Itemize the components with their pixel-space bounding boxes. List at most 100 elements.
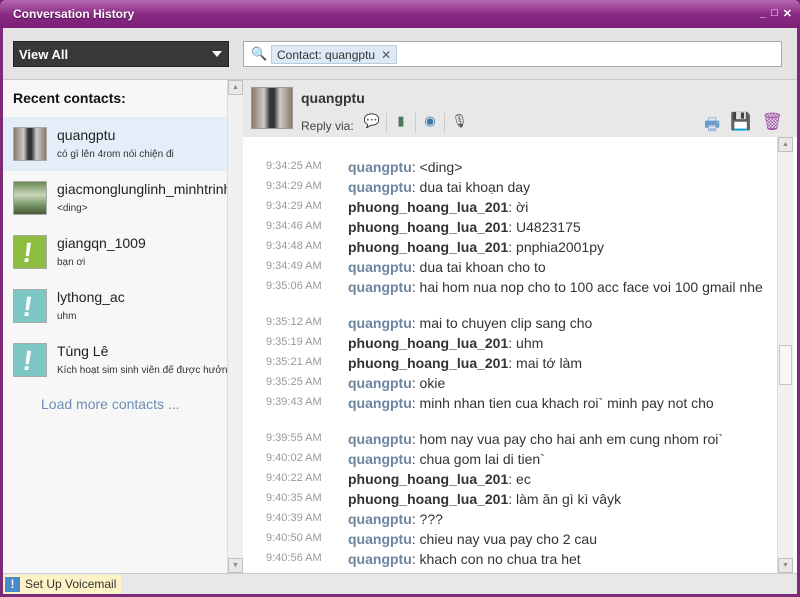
voicemail-label: Set Up Voicemail (25, 577, 117, 591)
message-text: ời (516, 199, 529, 215)
message-text: chieu nay vua pay cho 2 cau (419, 531, 598, 547)
message-text: <ding> (419, 159, 463, 175)
message-text: dua tai khoạn day (419, 179, 531, 195)
message-text: uhm (516, 335, 544, 351)
contact-name: Tùng Lê (57, 343, 109, 359)
message-text: mai tớ làm (516, 355, 582, 371)
load-more-contacts-link[interactable]: Load more contacts ... (41, 396, 180, 412)
message-time: 9:35:12 AM (266, 316, 322, 328)
contact-filter-chip: Contact: quangptu ✕ (271, 45, 398, 64)
message-sender: phuong_hoang_lua_201 (348, 471, 509, 487)
contact-last-message: bạn ơi (57, 257, 86, 268)
webcam-icon[interactable]: ◉ (416, 113, 445, 133)
chip-label: Contact: quangptu (277, 48, 376, 62)
message-sender: quangptu (348, 511, 412, 527)
message-time: 9:34:29 AM (266, 200, 322, 212)
contact-item[interactable]: ! Tùng Lê Kích hoạt sim sinh viên để đượ… (3, 333, 227, 387)
message-time: 9:39:43 AM (266, 396, 322, 408)
message-text: mai to chuyen clip sang cho (419, 315, 593, 331)
scroll-up-button[interactable]: ▲ (228, 80, 243, 95)
chevron-down-icon (212, 51, 222, 57)
close-icon[interactable]: ✕ (381, 48, 391, 62)
contact-last-message: Kích hoạt sim sinh viên để được hưởng (57, 365, 227, 376)
view-filter-value: View All (19, 47, 69, 62)
message-sender: quangptu (348, 431, 412, 447)
message-text: chua gom lai di tien` (419, 451, 545, 467)
contacts-scrollbar[interactable]: ▲ ▼ (227, 80, 243, 573)
message-time: 9:34:25 AM (266, 160, 322, 172)
scroll-down-button[interactable]: ▼ (228, 558, 243, 573)
message-time: 9:40:22 AM (266, 472, 322, 484)
message-text: hom nay vua pay cho hai anh em cung nhom… (419, 431, 724, 447)
mobile-sms-icon[interactable]: ▮ (387, 113, 416, 133)
close-button[interactable]: ✕ (783, 7, 792, 20)
view-filter-dropdown[interactable]: View All (13, 41, 229, 67)
message-sender: quangptu (348, 375, 412, 391)
message-sender: quangptu (348, 315, 412, 331)
message-sender: quangptu (348, 395, 412, 411)
message-text: hai hom nua nop cho to 100 acc face voi … (419, 279, 763, 295)
search-icon: 🔍 (251, 46, 268, 61)
message-text: okie (419, 375, 446, 391)
message-sender: phuong_hoang_lua_201 (348, 335, 509, 351)
message-sender: quangptu (348, 551, 412, 567)
scroll-down-button[interactable]: ▼ (778, 558, 793, 573)
message-sender: quangptu (348, 179, 412, 195)
minimize-button[interactable]: _ (760, 7, 766, 20)
message-sender: quangptu (348, 259, 412, 275)
reply-via-label: Reply via: (301, 119, 354, 133)
status-bar: ! Set Up Voicemail (3, 573, 797, 594)
message-text: khach con no chua tra het (419, 551, 581, 567)
message-sender: phuong_hoang_lua_201 (348, 219, 509, 235)
recent-contacts-heading: Recent contacts: (13, 90, 126, 106)
message-time: 9:34:46 AM (266, 220, 322, 232)
contact-item[interactable]: ! lythong_ac uhm (3, 279, 227, 333)
message-sender: quangptu (348, 159, 412, 175)
message-time: 9:34:29 AM (266, 180, 322, 192)
contact-item[interactable]: ! giangqn_1009 bạn ơi (3, 225, 227, 279)
message-list: ▲ ▼ 9:34:25 AM quangptu: <ding> 9:34:29 AM… (243, 137, 797, 587)
instant-message-icon[interactable]: 💬 (358, 113, 387, 133)
window-title: Conversation History (13, 7, 135, 21)
contact-name: giangqn_1009 (57, 235, 146, 251)
default-avatar-icon: ! (13, 343, 47, 377)
avatar (13, 181, 47, 215)
voicemail-icon: ! (5, 577, 20, 592)
message-text: làm ăn gì kì vâyk (516, 491, 622, 507)
message-time: 9:35:06 AM (266, 280, 322, 292)
message-time: 9:39:55 AM (266, 432, 322, 444)
message-time: 9:40:50 AM (266, 532, 322, 544)
message-time: 9:40:02 AM (266, 452, 322, 464)
contact-last-message: uhm (57, 311, 77, 322)
contact-item[interactable]: quangptu có gì lên 4rom nói chiện đi (3, 117, 227, 171)
contact-avatar (251, 87, 293, 129)
message-time: 9:35:19 AM (266, 336, 322, 348)
setup-voicemail-button[interactable]: ! Set Up Voicemail (3, 575, 122, 594)
message-sender: quangptu (348, 279, 412, 295)
maximize-button[interactable]: □ (771, 7, 778, 20)
message-time: 9:40:56 AM (266, 552, 322, 564)
contact-name: quangptu (57, 127, 116, 143)
message-text: dua tai khoan cho to (419, 259, 546, 275)
conversation-header: quangptu Reply via: 💬 ▮ ◉ 🎙 🖶 💾 🗑 (243, 80, 797, 137)
search-input[interactable]: 🔍 Contact: quangptu ✕ (243, 41, 782, 67)
scroll-thumb[interactable] (779, 345, 792, 385)
message-time: 9:40:39 AM (266, 512, 322, 524)
message-sender: phuong_hoang_lua_201 (348, 355, 509, 371)
conversation-contact-name: quangptu (301, 90, 365, 106)
chat-scrollbar[interactable]: ▲ ▼ (777, 137, 793, 573)
microphone-icon[interactable]: 🎙 (445, 113, 474, 133)
message-text: ec (516, 471, 531, 487)
contact-name: giacmonglunglinh_minhtrinh (57, 181, 227, 197)
message-time: 9:40:35 AM (266, 492, 322, 504)
message-time: 9:35:21 AM (266, 356, 322, 368)
default-avatar-icon: ! (13, 235, 47, 269)
message-time: 9:35:25 AM (266, 376, 322, 388)
message-sender: phuong_hoang_lua_201 (348, 239, 509, 255)
scroll-up-button[interactable]: ▲ (778, 137, 793, 152)
contact-item[interactable]: giacmonglunglinh_minhtrinh <ding> (3, 171, 227, 225)
message-sender: phuong_hoang_lua_201 (348, 491, 509, 507)
contact-last-message: <ding> (57, 203, 88, 214)
message-sender: quangptu (348, 531, 412, 547)
contact-name: lythong_ac (57, 289, 125, 305)
